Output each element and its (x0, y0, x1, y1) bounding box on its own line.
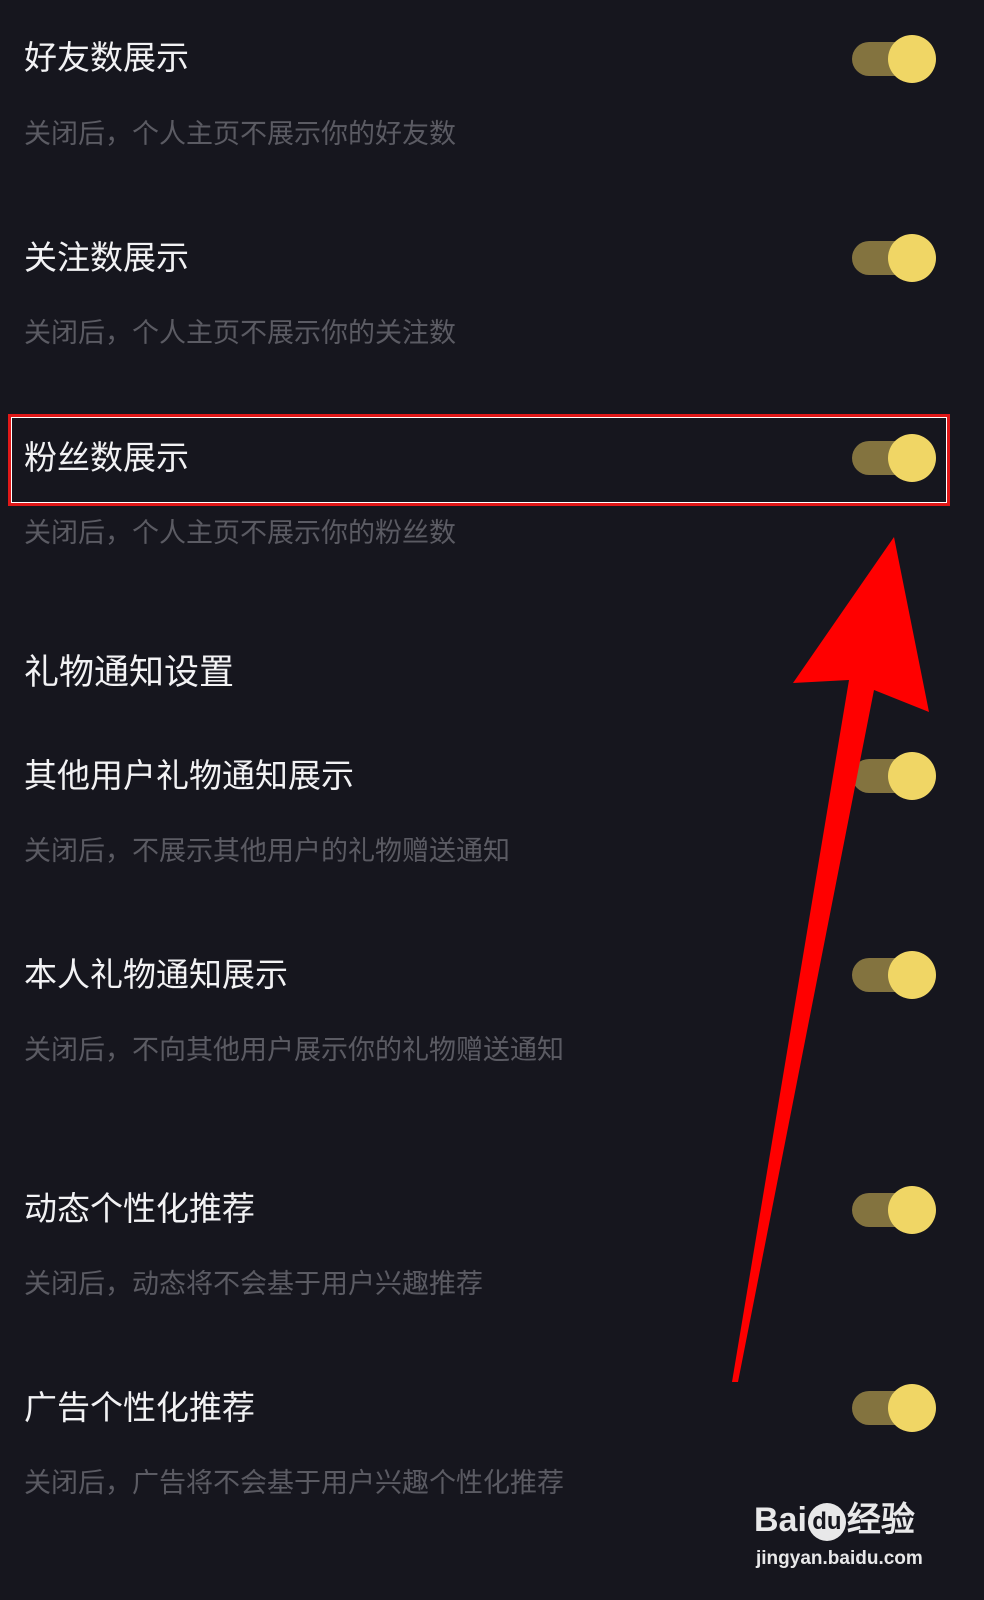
ad-personalization-toggle[interactable] (852, 1384, 936, 1432)
setting-title: 广告个性化推荐 (24, 1388, 255, 1427)
section-title-gift-notifications: 礼物通知设置 (24, 653, 235, 693)
logo-suffix: 经验 (846, 1501, 915, 1539)
setting-description: 关闭后，广告将不会基于用户兴趣个性化推荐 (24, 1468, 564, 1499)
highlight-box (8, 414, 950, 506)
setting-description: 关闭后，不向其他用户展示你的礼物赠送通知 (24, 1035, 564, 1066)
others-gift-notice-toggle[interactable] (852, 752, 936, 800)
friends-count-toggle[interactable] (852, 35, 936, 83)
paw-icon: du (807, 1503, 846, 1542)
setting-title: 好友数展示 (24, 38, 189, 77)
toggle-knob (888, 234, 936, 282)
own-gift-notice-toggle[interactable] (852, 951, 936, 999)
toggle-knob (888, 1186, 936, 1234)
setting-description: 关闭后，个人主页不展示你的粉丝数 (24, 518, 456, 549)
setting-title: 动态个性化推荐 (24, 1189, 255, 1228)
toggle-knob (888, 951, 936, 999)
setting-title: 其他用户礼物通知展示 (24, 756, 354, 795)
baidu-jingyan-watermark: Bai du 经验 jingyan.baidu.com (754, 1494, 934, 1584)
setting-title: 本人礼物通知展示 (24, 955, 288, 994)
baidu-logo: Bai du 经验 (754, 1494, 915, 1546)
toggle-knob (888, 35, 936, 83)
toggle-knob (888, 752, 936, 800)
watermark-url: jingyan.baidu.com (756, 1548, 923, 1569)
logo-prefix: Bai (754, 1501, 807, 1539)
setting-description: 关闭后，不展示其他用户的礼物赠送通知 (24, 836, 510, 867)
setting-description: 关闭后，个人主页不展示你的好友数 (24, 119, 456, 150)
setting-title: 关注数展示 (24, 238, 189, 277)
feed-personalization-toggle[interactable] (852, 1186, 936, 1234)
following-count-toggle[interactable] (852, 234, 936, 282)
setting-description: 关闭后，动态将不会基于用户兴趣推荐 (24, 1269, 483, 1300)
setting-description: 关闭后，个人主页不展示你的关注数 (24, 318, 456, 349)
toggle-knob (888, 1384, 936, 1432)
